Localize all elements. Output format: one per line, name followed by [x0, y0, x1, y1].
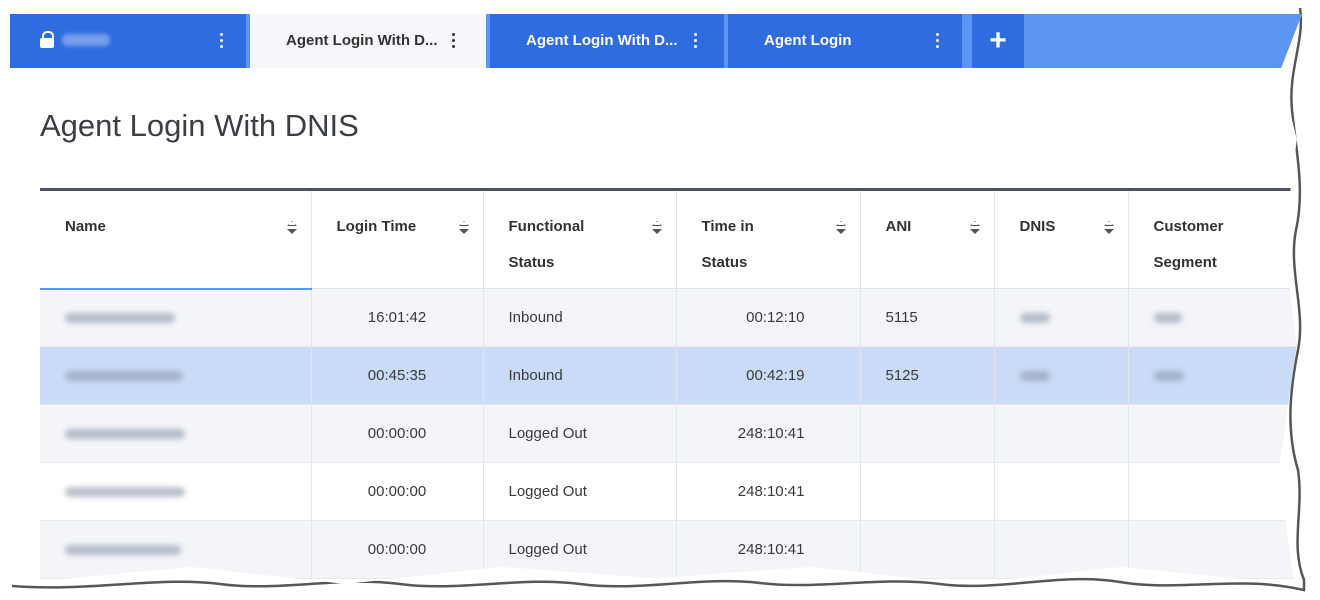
- tab-menu-icon[interactable]: [936, 33, 940, 49]
- sort-icon[interactable]: [969, 221, 980, 235]
- tab-menu-icon[interactable]: [452, 33, 456, 49]
- add-tab-button[interactable]: +: [972, 14, 1024, 68]
- table-row[interactable]: 00:00:00 Logged Out 248:10:41: [40, 462, 1302, 521]
- tab-label-redacted: [62, 34, 110, 46]
- tab-label: Agent Login With D...: [286, 32, 438, 49]
- column-header-functional-status[interactable]: Functional Status: [483, 189, 677, 289]
- cell-login-time: 16:01:42: [311, 288, 484, 347]
- column-header-login-time[interactable]: Login Time: [311, 189, 484, 289]
- agent-table: Name Login Time Functional Status Time i…: [40, 188, 1302, 579]
- sort-icon[interactable]: [458, 221, 469, 235]
- tab-menu-icon[interactable]: [220, 33, 224, 49]
- tab-bar: Agent Login With D... Agent Login With D…: [10, 14, 1302, 68]
- cell-time-in-status: 00:42:19: [676, 346, 861, 405]
- cell-customer-segment: [1128, 288, 1302, 347]
- tab-agent-login-with-dnis[interactable]: Agent Login With D...: [250, 14, 486, 68]
- column-header-time-in-status[interactable]: Time in Status: [676, 189, 861, 289]
- report-window: Agent Login With D... Agent Login With D…: [10, 14, 1302, 584]
- cell-dnis: [994, 520, 1129, 579]
- cell-customer-segment: [1128, 404, 1302, 463]
- cell-ani: [860, 404, 995, 463]
- sort-icon[interactable]: [835, 221, 846, 235]
- cell-name: [40, 404, 312, 463]
- cell-name: [40, 346, 312, 405]
- tab-label: Agent Login With D...: [526, 32, 678, 49]
- tab-agent-login[interactable]: Agent Login: [728, 14, 962, 68]
- sort-icon[interactable]: [1103, 221, 1114, 235]
- page-title: Agent Login With DNIS: [40, 108, 359, 143]
- cell-dnis: [994, 404, 1129, 463]
- cell-ani: 5115: [860, 288, 995, 347]
- table-row[interactable]: 00:00:00 Logged Out 248:10:41: [40, 404, 1302, 463]
- table-row[interactable]: 16:01:42 Inbound 00:12:10 5115: [40, 288, 1302, 347]
- cell-time-in-status: 248:10:41: [676, 404, 861, 463]
- cell-dnis: [994, 288, 1129, 347]
- cell-login-time: 00:00:00: [311, 404, 484, 463]
- tab-locked[interactable]: [10, 14, 246, 68]
- cell-customer-segment: [1128, 462, 1302, 521]
- column-header-customer-segment[interactable]: Customer Segment: [1128, 189, 1302, 289]
- column-header-dnis[interactable]: DNIS: [994, 189, 1129, 289]
- cell-login-time: 00:00:00: [311, 462, 484, 521]
- column-header-ani[interactable]: ANI: [860, 189, 995, 289]
- cell-functional-status: Logged Out: [483, 462, 677, 521]
- cell-time-in-status: 248:10:41: [676, 462, 861, 521]
- cell-customer-segment: [1128, 346, 1302, 405]
- cell-dnis: [994, 462, 1129, 521]
- cell-time-in-status: 00:12:10: [676, 288, 861, 347]
- cell-ani: 5125: [860, 346, 995, 405]
- cell-ani: [860, 462, 995, 521]
- cell-ani: [860, 520, 995, 579]
- cell-functional-status: Inbound: [483, 288, 677, 347]
- sort-icon[interactable]: [651, 221, 662, 235]
- cell-name: [40, 462, 312, 521]
- cell-time-in-status: 248:10:41: [676, 520, 861, 579]
- cell-functional-status: Inbound: [483, 346, 677, 405]
- sort-icon[interactable]: [286, 221, 297, 235]
- cell-name: [40, 520, 312, 579]
- cell-dnis: [994, 346, 1129, 405]
- cell-name: [40, 288, 312, 347]
- cell-functional-status: Logged Out: [483, 404, 677, 463]
- column-header-name[interactable]: Name: [40, 189, 312, 290]
- cell-functional-status: Logged Out: [483, 520, 677, 579]
- table-row[interactable]: 00:45:35 Inbound 00:42:19 5125: [40, 346, 1302, 405]
- tab-menu-icon[interactable]: [694, 33, 698, 49]
- cell-login-time: 00:45:35: [311, 346, 484, 405]
- table-row[interactable]: 00:00:00 Logged Out 248:10:41: [40, 520, 1302, 579]
- tab-agent-login-with-dnis-2[interactable]: Agent Login With D...: [490, 14, 724, 68]
- lock-icon: [40, 31, 54, 48]
- cell-login-time: 00:00:00: [311, 520, 484, 579]
- cell-customer-segment: [1128, 520, 1302, 579]
- tab-label: Agent Login: [764, 32, 852, 49]
